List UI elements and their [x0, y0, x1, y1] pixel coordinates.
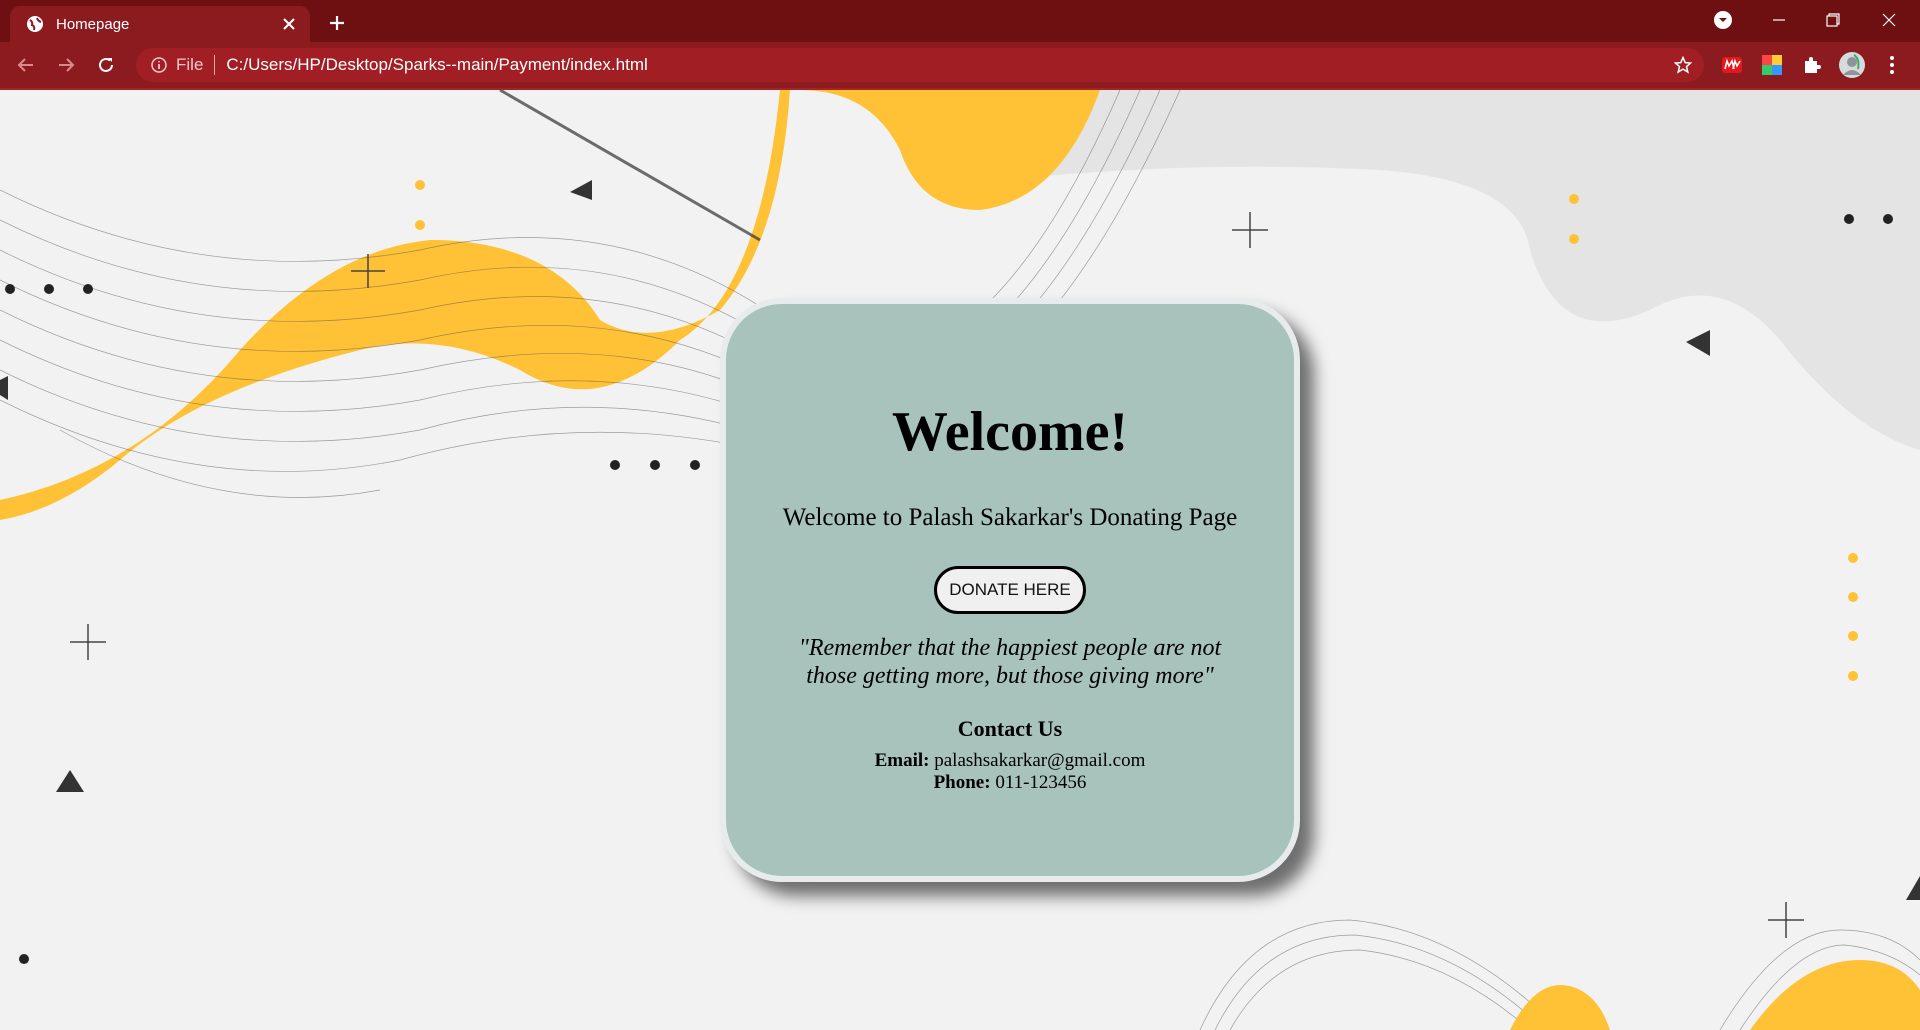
quote-line-1: "Remember that the happiest people are n… [798, 635, 1222, 661]
contact-phone: Phone: 011-123456 [726, 772, 1294, 794]
page-title: Welcome! [891, 401, 1129, 463]
address-bar[interactable]: File C:/Users/HP/Desktop/Sparks--main/Pa… [136, 48, 1704, 82]
quote-line-2: those getting more, but those giving mor… [806, 663, 1214, 689]
page-viewport: Welcome! Welcome to Palash Sakarkar's Do… [0, 90, 1920, 1030]
phone-label: Phone: [933, 772, 991, 793]
browser-titlebar: Homepage [0, 0, 1920, 42]
extension-icon[interactable] [1718, 51, 1746, 79]
contact-heading: Contact Us [957, 716, 1063, 741]
reload-icon [99, 57, 113, 72]
chevron-down-icon [1714, 11, 1732, 29]
tab-title: Homepage [56, 15, 130, 33]
menu-icon[interactable] [1878, 51, 1906, 79]
quote: "Remember that the happiest people are n… [780, 634, 1240, 690]
avatar[interactable] [1838, 51, 1866, 79]
address-url[interactable]: C:/Users/HP/Desktop/Sparks--main/Payment… [226, 55, 647, 75]
welcome-subtitle: Welcome to Palash Sakarkar's Donating Pa… [782, 504, 1238, 531]
minimize-button[interactable] [1756, 0, 1802, 40]
forward-button[interactable] [52, 51, 80, 79]
address-separator [214, 55, 216, 75]
restore-button[interactable] [1810, 0, 1856, 40]
globe-icon [26, 15, 44, 33]
new-tab-button[interactable] [324, 10, 350, 36]
email-value: palashsakarkar@gmail.com [934, 750, 1146, 771]
donate-button[interactable]: DONATE HERE [934, 566, 1086, 614]
info-icon[interactable] [150, 56, 168, 74]
close-icon[interactable] [278, 13, 300, 35]
color-extension-icon[interactable] [1758, 51, 1786, 79]
email-label: Email: [874, 750, 930, 771]
tab-search-button[interactable] [1700, 0, 1746, 40]
puzzle-icon[interactable] [1798, 51, 1826, 79]
close-window-button[interactable] [1866, 0, 1912, 40]
back-icon [17, 58, 33, 72]
address-scheme-label: File [176, 55, 204, 74]
star-icon[interactable] [1674, 56, 1692, 74]
welcome-card: Welcome! Welcome to Palash Sakarkar's Do… [720, 298, 1300, 882]
forward-icon [59, 58, 75, 72]
browser-tab[interactable]: Homepage [10, 6, 310, 42]
contact-email: Email: palashsakarkar@gmail.com [726, 750, 1294, 772]
plus-icon [330, 16, 344, 30]
back-button[interactable] [12, 51, 40, 79]
reload-button[interactable] [92, 51, 120, 79]
browser-toolbar: File C:/Users/HP/Desktop/Sparks--main/Pa… [0, 42, 1920, 90]
phone-value: 011-123456 [995, 772, 1087, 793]
